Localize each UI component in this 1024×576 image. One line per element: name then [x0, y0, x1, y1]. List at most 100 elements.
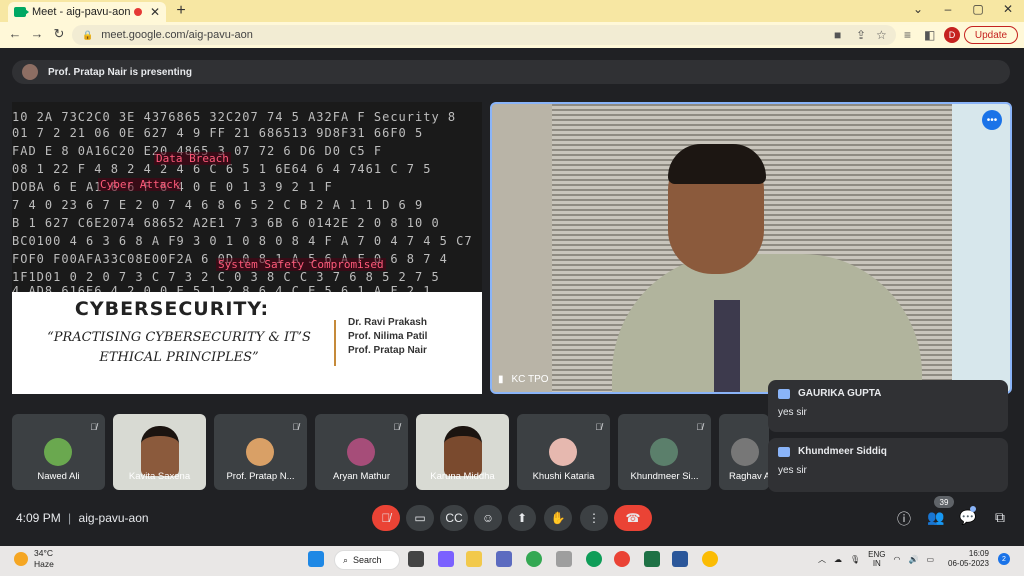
excel-icon[interactable]	[644, 551, 660, 567]
new-tab-button[interactable]: +	[172, 2, 190, 20]
slide-label: Data Breach	[154, 152, 231, 165]
word-icon[interactable]	[672, 551, 688, 567]
people-icon[interactable]: 👥	[926, 509, 946, 526]
clock-widget[interactable]: 16:09 06-05-2023	[948, 549, 989, 569]
separator: |	[68, 511, 72, 525]
avatar	[44, 438, 72, 466]
slide-title: CYBERSECURITY:	[74, 298, 270, 320]
participant-tile[interactable]: 🎙̸ Nawed Ali	[12, 414, 105, 490]
microphone-icon[interactable]: 🎙	[850, 555, 860, 564]
camera-in-use-icon[interactable]: ■	[834, 28, 841, 42]
file-explorer-icon[interactable]	[466, 551, 482, 567]
maximize-button[interactable]: ▢	[968, 2, 988, 16]
participant-name: Karuna Middha	[430, 471, 495, 482]
bookmark-star-icon[interactable]: ☆	[876, 28, 887, 42]
presenting-text: Prof. Pratap Nair is presenting	[48, 66, 192, 78]
media-control-icon[interactable]: ≡	[904, 28, 911, 42]
language-indicator[interactable]: ENG IN	[868, 550, 885, 568]
present-screen-button[interactable]: ⬆	[508, 505, 536, 531]
participant-tile[interactable]: 🎙̸ Prof. Pratap N...	[214, 414, 307, 490]
app-icon[interactable]	[556, 551, 572, 567]
slide-subtitle-line: ETHICAL PRINCIPLES”	[99, 350, 259, 365]
participant-video	[141, 426, 179, 476]
update-button[interactable]: Update	[964, 26, 1018, 44]
close-tab-icon[interactable]: ✕	[150, 5, 160, 19]
speaking-indicator-icon: •••	[982, 110, 1002, 130]
task-view-icon[interactable]	[408, 551, 424, 567]
author-name: Prof. Pratap Nair	[348, 345, 427, 356]
slide-hero-image: 10 2A 73C2C0 3E 4376865 32C207 74 5 A32F…	[12, 102, 482, 292]
forward-button[interactable]: →	[28, 26, 46, 41]
taskbar-search[interactable]: ⌕ Search	[334, 550, 400, 570]
browser-tab[interactable]: Meet - aig-pavu-aon ✕	[8, 2, 166, 22]
wifi-icon[interactable]: ◠	[894, 555, 901, 564]
captions-button[interactable]: CC	[440, 505, 468, 531]
minimize-button[interactable]: –	[938, 2, 958, 16]
taskbar-date: 06-05-2023	[948, 559, 989, 568]
participant-tile[interactable]: 🎙̸ Khundmeer Si...	[618, 414, 711, 490]
participant-name: Raghav A	[729, 471, 769, 482]
meeting-time: 4:09 PM	[16, 511, 61, 525]
slide-label: Cyber Attack	[98, 178, 182, 191]
raise-hand-button[interactable]: ✋	[544, 505, 572, 531]
chat-sender: GAURIKA GUPTA	[798, 388, 882, 399]
chat-notification[interactable]: GAURIKA GUPTA yes sir	[768, 380, 1008, 432]
mic-muted-icon: 🎙̸	[90, 422, 97, 432]
avatar	[650, 438, 678, 466]
url-field[interactable]: 🔒 meet.google.com/aig-pavu-aon	[72, 25, 896, 45]
more-options-button[interactable]: ⋮	[580, 505, 608, 531]
start-icon[interactable]	[308, 551, 324, 567]
notification-badge[interactable]: 2	[998, 553, 1010, 565]
reload-button[interactable]: ↻	[50, 26, 68, 42]
battery-icon[interactable]: ▭	[926, 555, 934, 564]
temperature: 34°C	[34, 548, 53, 558]
share-icon[interactable]: ⇪	[856, 28, 866, 42]
meeting-details-icon[interactable]: ⓘ	[894, 509, 914, 529]
main-video-tile[interactable]	[490, 102, 1012, 394]
participant-tile[interactable]: Kavita Saxena	[113, 414, 206, 490]
main-video-label: ▮ KC TPO	[498, 374, 549, 385]
participant-tile[interactable]: 🎙̸ Khushi Kataria	[517, 414, 610, 490]
unread-dot	[970, 506, 976, 512]
chat-sender: Khundmeer Siddiq	[798, 446, 887, 457]
close-window-button[interactable]: ✕	[998, 2, 1018, 16]
participant-tile[interactable]: Raghav A	[719, 414, 769, 490]
participant-tile[interactable]: 🎙̸ Aryan Mathur	[315, 414, 408, 490]
side-panel-icon[interactable]: ◧	[924, 28, 935, 42]
chrome-icon[interactable]	[526, 551, 542, 567]
weather-text: Haze	[34, 559, 54, 569]
language-region: IN	[872, 559, 881, 568]
meet-logo-icon	[14, 7, 29, 17]
camera-toggle-button[interactable]: ▭	[406, 505, 434, 531]
tab-search-icon[interactable]: ⌄	[908, 2, 928, 16]
url-text: meet.google.com/aig-pavu-aon	[101, 29, 253, 41]
activities-icon[interactable]: ⧉	[990, 509, 1010, 526]
participant-name: Nawed Ali	[37, 471, 80, 482]
mic-toggle-button[interactable]: 🎙̸	[372, 505, 400, 531]
volume-icon[interactable]: 🔊	[908, 555, 918, 564]
participant-tile[interactable]: Karuna Middha	[416, 414, 509, 490]
pin-icon[interactable]: ▮	[498, 374, 504, 385]
app-icon[interactable]	[496, 551, 512, 567]
slide-authors: Dr. Ravi Prakash Prof. Nilima Patil Prof…	[348, 316, 427, 358]
chat-icon[interactable]: 💬	[958, 509, 978, 526]
participant-video	[444, 426, 482, 476]
edge-icon[interactable]	[586, 551, 602, 567]
tray-chevron-icon[interactable]: ︿	[818, 554, 826, 565]
chrome-active-icon[interactable]	[614, 551, 630, 567]
leave-call-button[interactable]: ☎	[614, 505, 652, 531]
avatar	[246, 438, 274, 466]
chat-notification[interactable]: Khundmeer Siddiq yes sir	[768, 438, 1008, 492]
participant-name: Khushi Kataria	[532, 471, 595, 482]
weather-widget[interactable]: 34°C Haze	[14, 548, 54, 570]
participant-name: Prof. Pratap N...	[226, 471, 295, 482]
profile-avatar[interactable]: D	[944, 27, 960, 43]
back-button[interactable]: ←	[6, 26, 24, 41]
mic-muted-icon: 🎙̸	[696, 422, 703, 432]
emoji-reaction-button[interactable]: ☺	[474, 505, 502, 531]
avatar	[731, 438, 759, 466]
main-video-name: KC TPO	[511, 374, 549, 385]
teams-icon[interactable]	[438, 551, 454, 567]
chrome-profile-icon[interactable]	[702, 551, 718, 567]
cloud-icon[interactable]: ☁	[834, 555, 842, 564]
